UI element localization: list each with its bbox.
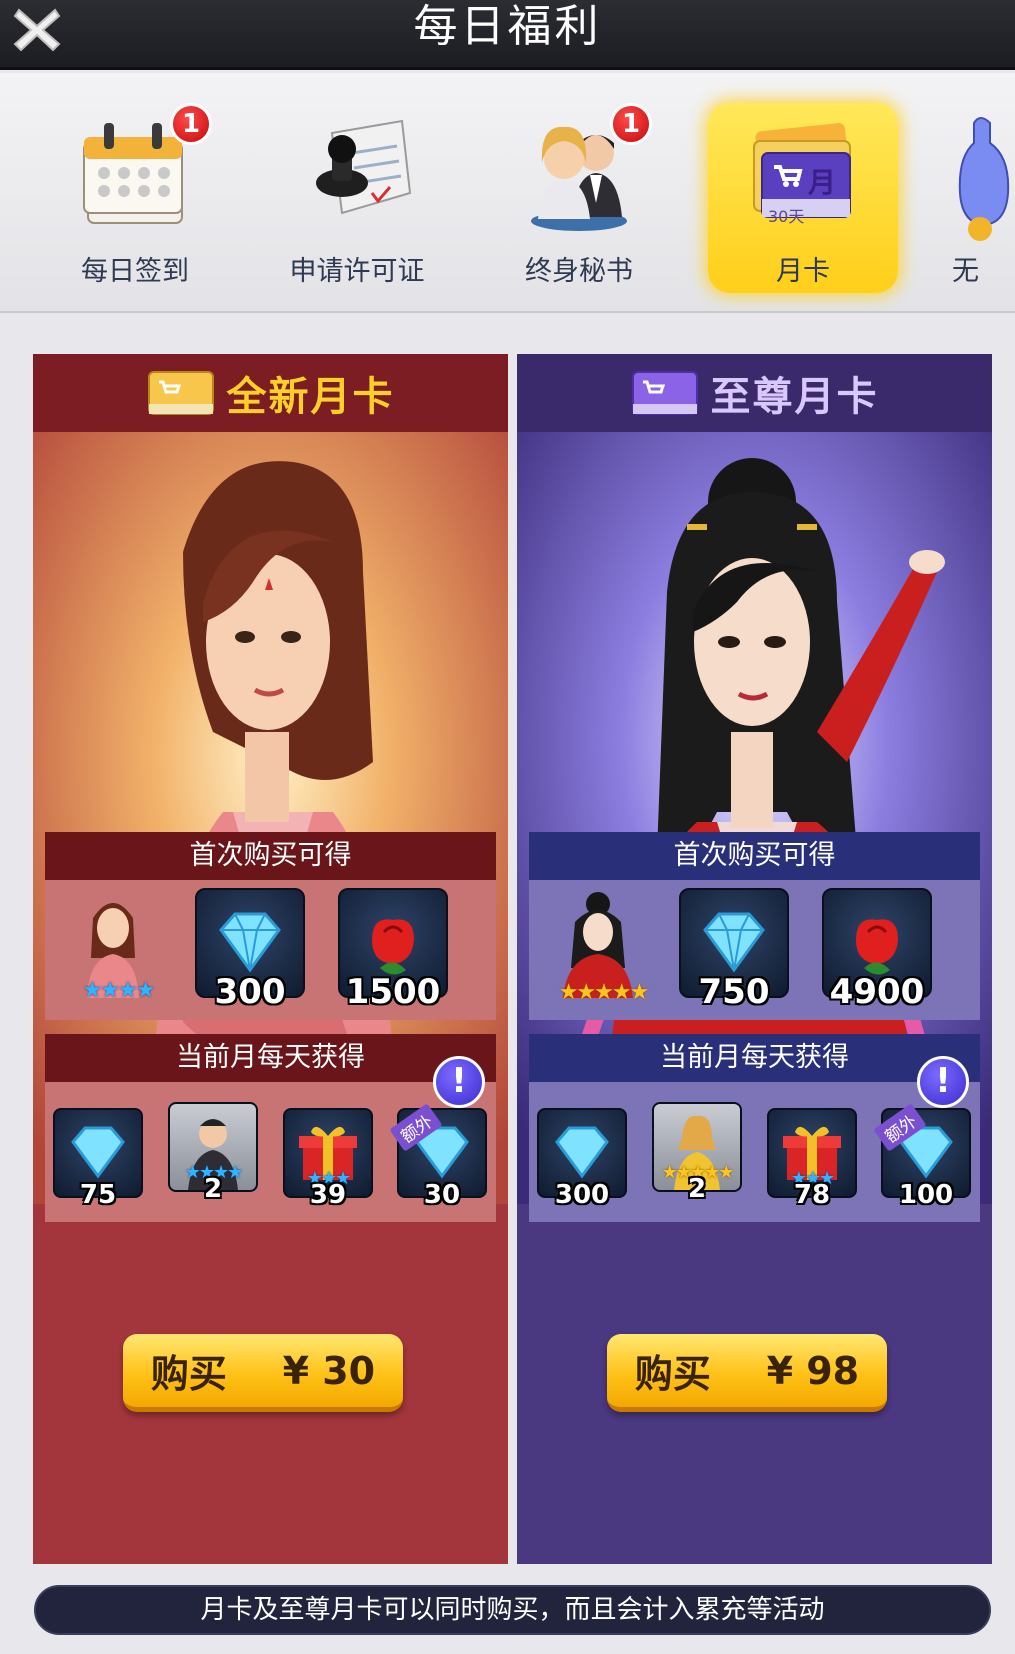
star-rating: ★★★★★	[558, 980, 650, 1005]
price-label: ¥ 98	[766, 1348, 860, 1393]
diamond-reward[interactable]: 750	[679, 888, 789, 1012]
tab-label: 终身秘书	[525, 256, 633, 287]
notification-badge: 1	[170, 103, 212, 145]
license-stamp-icon	[316, 119, 412, 215]
first-purchase-rewards: ★★★★★ 750 4900	[529, 880, 980, 1020]
card-char-label: 月	[808, 166, 837, 199]
tab-label: 申请许可证	[289, 256, 425, 287]
diamond-reward[interactable]: 300	[195, 888, 305, 1012]
gift-box-reward[interactable]: ★★★ 78	[767, 1108, 857, 1210]
daily-rewards: 75 ★★★★ 2 ★★★ 39 额外 30 !	[45, 1056, 496, 1222]
first-purchase-rewards: ★★★★ 300 1500	[45, 880, 496, 1020]
welfare-tab-bar: 1 每日签到 申请许可证 1 终身秘书 月 30天 月卡 无	[0, 73, 1015, 313]
panel-header: 全新月卡	[33, 354, 508, 432]
character-reward[interactable]: ★★★★★	[543, 888, 663, 1008]
buy-monthly-card-button[interactable]: 购买 ¥ 30	[123, 1334, 403, 1412]
buy-label: 购买	[150, 1352, 227, 1396]
tab-daily-signin[interactable]: 1 每日签到	[40, 103, 230, 293]
reward-quantity: 30	[423, 1180, 461, 1210]
tab-lifetime-secretary[interactable]: 1 终身秘书	[484, 103, 674, 293]
extra-diamond-reward[interactable]: 额外 100	[873, 1103, 971, 1210]
reward-quantity: 2	[687, 1174, 707, 1204]
reward-quantity: 300	[554, 1180, 610, 1210]
agent-card-reward[interactable]: ★★★★ 2	[168, 1102, 258, 1204]
header-bar: 每日福利	[0, 0, 1015, 70]
supreme-monthly-card-panel: 至尊月卡 首次购买可得 ★★★★★ 750 4900 当前月每天获得 300 ★…	[517, 354, 992, 1564]
notification-badge: 1	[610, 103, 652, 145]
star-rating: ★★★★	[82, 978, 156, 1003]
reward-quantity: 300	[214, 972, 286, 1012]
reward-quantity: 4900	[829, 972, 925, 1012]
reward-quantity: 39	[309, 1180, 347, 1210]
panel-title: 全新月卡	[226, 374, 395, 420]
reward-quantity: 100	[898, 1180, 954, 1210]
reward-quantity: 78	[793, 1180, 831, 1210]
first-purchase-header: 首次购买可得	[529, 832, 980, 880]
monthly-card-icon	[147, 371, 214, 415]
page-title: 每日福利	[413, 1, 602, 52]
rose-reward[interactable]: 1500	[338, 888, 448, 1012]
diamond-reward[interactable]: 300	[537, 1108, 627, 1210]
bottle-icon	[958, 117, 1010, 241]
buy-supreme-card-button[interactable]: 购买 ¥ 98	[607, 1334, 887, 1412]
reward-quantity: 2	[203, 1174, 223, 1204]
tab-label: 无	[952, 256, 979, 287]
daily-rewards-header: 当前月每天获得	[529, 1034, 980, 1082]
panel-title: 至尊月卡	[710, 374, 879, 420]
reward-quantity: 75	[79, 1180, 117, 1210]
tab-partial[interactable]: 无	[930, 103, 1015, 293]
card-days-label: 30天	[768, 207, 805, 226]
daily-rewards-header: 当前月每天获得	[45, 1034, 496, 1082]
buy-label: 购买	[634, 1352, 711, 1396]
info-icon[interactable]: !	[433, 1056, 485, 1108]
reward-quantity: 1500	[345, 972, 441, 1012]
price-label: ¥ 30	[282, 1348, 376, 1393]
tab-label: 月卡	[776, 256, 830, 287]
daily-rewards: 300 ★★★★★ 2 ★★★ 78 额外 100 !	[529, 1056, 980, 1222]
panel-header: 至尊月卡	[517, 354, 992, 432]
character-reward[interactable]: ★★★★	[63, 888, 173, 1008]
footer-notice: 月卡及至尊月卡可以同时购买，而且会计入累充等活动	[34, 1585, 991, 1635]
reward-quantity: 750	[698, 972, 770, 1012]
info-icon[interactable]: !	[917, 1056, 969, 1108]
tab-apply-license[interactable]: 申请许可证	[262, 103, 452, 293]
agent-card-reward[interactable]: ★★★★★ 2	[652, 1102, 742, 1204]
tab-monthly-card[interactable]: 月 30天 月卡	[708, 103, 898, 293]
tab-label: 每日签到	[81, 256, 189, 287]
extra-diamond-reward[interactable]: 额外 30	[389, 1103, 487, 1210]
first-purchase-header: 首次购买可得	[45, 832, 496, 880]
gift-box-reward[interactable]: ★★★ 39	[283, 1108, 373, 1210]
rose-reward[interactable]: 4900	[822, 888, 932, 1012]
monthly-card-icon	[631, 371, 698, 415]
diamond-reward[interactable]: 75	[53, 1108, 143, 1210]
monthly-card-panel: 全新月卡 首次购买可得 ★★★★ 300 1500 当前月每天获得 75 ★★★…	[33, 354, 508, 1564]
